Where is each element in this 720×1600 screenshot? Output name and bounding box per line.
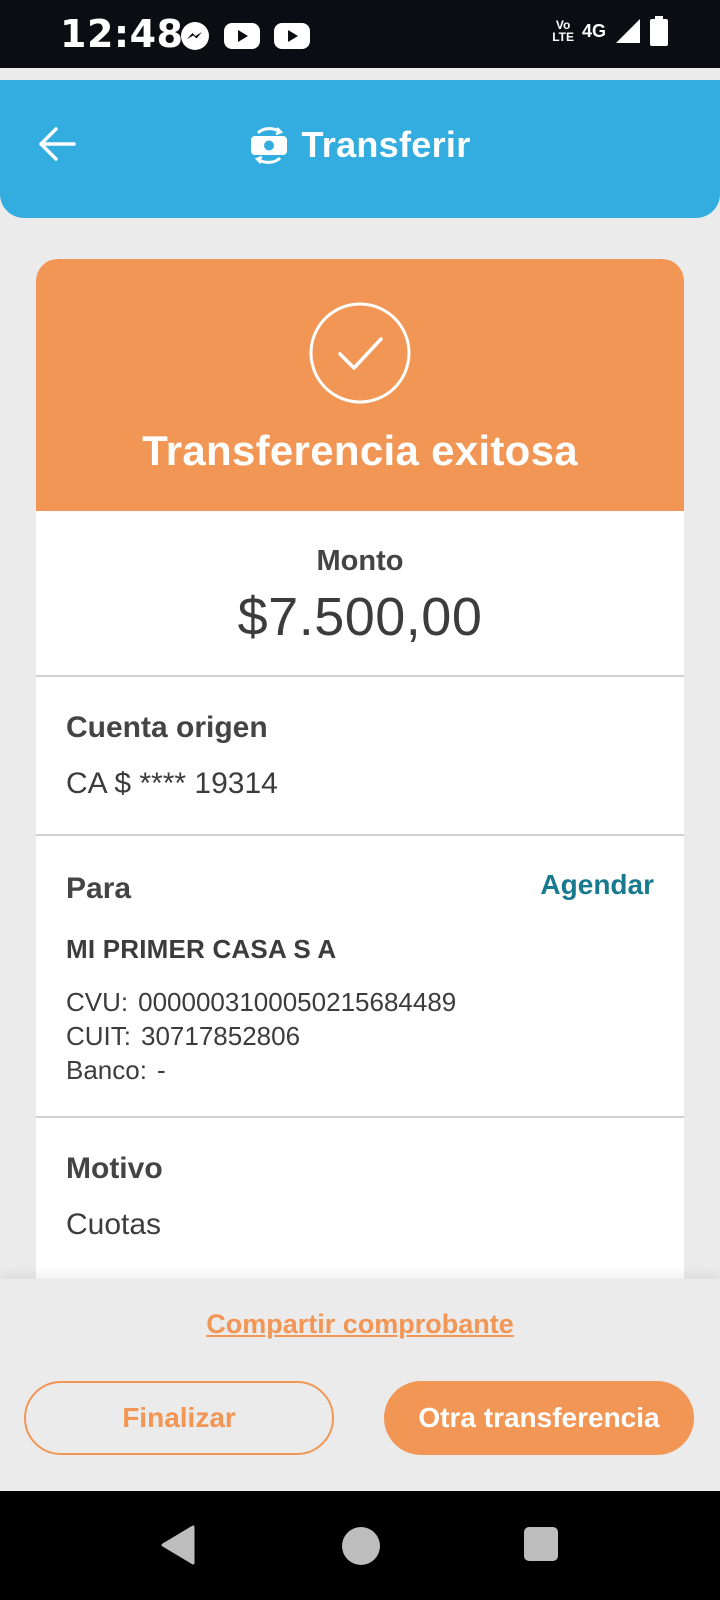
recipient-details: CVU: 0000003100050215684489 CUIT: 30717852…	[66, 985, 654, 1087]
youtube-icon	[224, 23, 260, 49]
cvu-label: CVU:	[66, 987, 129, 1017]
motivo-label: Motivo	[66, 1152, 163, 1185]
volte-indicator: Vo LTE	[552, 19, 574, 43]
receipt-card: Transferencia exitosa Monto $7.500,00 Cu…	[36, 259, 684, 1279]
system-nav-bar	[0, 1491, 720, 1600]
motivo-section: Motivo Cuotas	[36, 1118, 684, 1242]
origin-label: Cuenta origen	[66, 711, 268, 744]
banco-row: Banco: -	[66, 1053, 654, 1087]
messenger-icon	[181, 22, 209, 50]
nav-back-icon[interactable]	[160, 1525, 196, 1565]
cvu-row: CVU: 0000003100050215684489	[66, 985, 654, 1019]
success-title: Transferencia exitosa	[142, 427, 578, 474]
share-receipt-link[interactable]: Compartir comprobante	[0, 1309, 720, 1340]
amount-value: $7.500,00	[237, 587, 483, 647]
network-type: 4G	[581, 20, 606, 41]
banco-label: Banco:	[66, 1055, 147, 1085]
cvu-value: 0000003100050215684489	[138, 987, 457, 1017]
origin-value: CA $ **** 19314	[66, 767, 278, 800]
money-transfer-icon	[251, 127, 288, 164]
page-title: Transferir	[301, 124, 471, 165]
app-bar: Transferir	[0, 80, 720, 218]
check-circle-icon	[309, 302, 411, 404]
cuit-row: CUIT: 30717852806	[66, 1019, 654, 1053]
app-title-group: Transferir	[0, 124, 720, 166]
status-time: 12:48	[60, 12, 184, 56]
recipient-section: Para Agendar MI PRIMER CASA S A CVU: 0000…	[36, 836, 684, 1118]
bottom-actions: Compartir comprobante Finalizar Otra tra…	[0, 1279, 720, 1491]
origin-account-section: Cuenta origen CA $ **** 19314	[36, 677, 684, 836]
volte-bottom: LTE	[552, 30, 574, 44]
recipient-name: MI PRIMER CASA S A	[66, 934, 337, 964]
banco-value: -	[156, 1055, 166, 1085]
cuit-value: 30717852806	[141, 1021, 301, 1051]
another-transfer-button[interactable]: Otra transferencia	[384, 1381, 694, 1455]
motivo-value: Cuotas	[66, 1208, 162, 1241]
system-icons: Vo LTE 4G	[552, 16, 668, 46]
amount-label: Monto	[316, 545, 404, 577]
nav-home-icon[interactable]	[342, 1527, 380, 1565]
finish-button[interactable]: Finalizar	[24, 1381, 334, 1455]
status-bar: 12:48 Vo LTE 4G	[0, 0, 720, 68]
signal-icon	[616, 19, 640, 43]
amount-section: Monto $7.500,00	[36, 511, 684, 677]
agendar-link[interactable]: Agendar	[540, 869, 654, 901]
youtube-icon	[274, 23, 310, 49]
cuit-label: CUIT:	[66, 1021, 131, 1051]
battery-icon	[650, 16, 668, 46]
notification-icons	[180, 21, 310, 51]
nav-recents-icon[interactable]	[524, 1527, 558, 1561]
success-header: Transferencia exitosa	[36, 259, 684, 511]
